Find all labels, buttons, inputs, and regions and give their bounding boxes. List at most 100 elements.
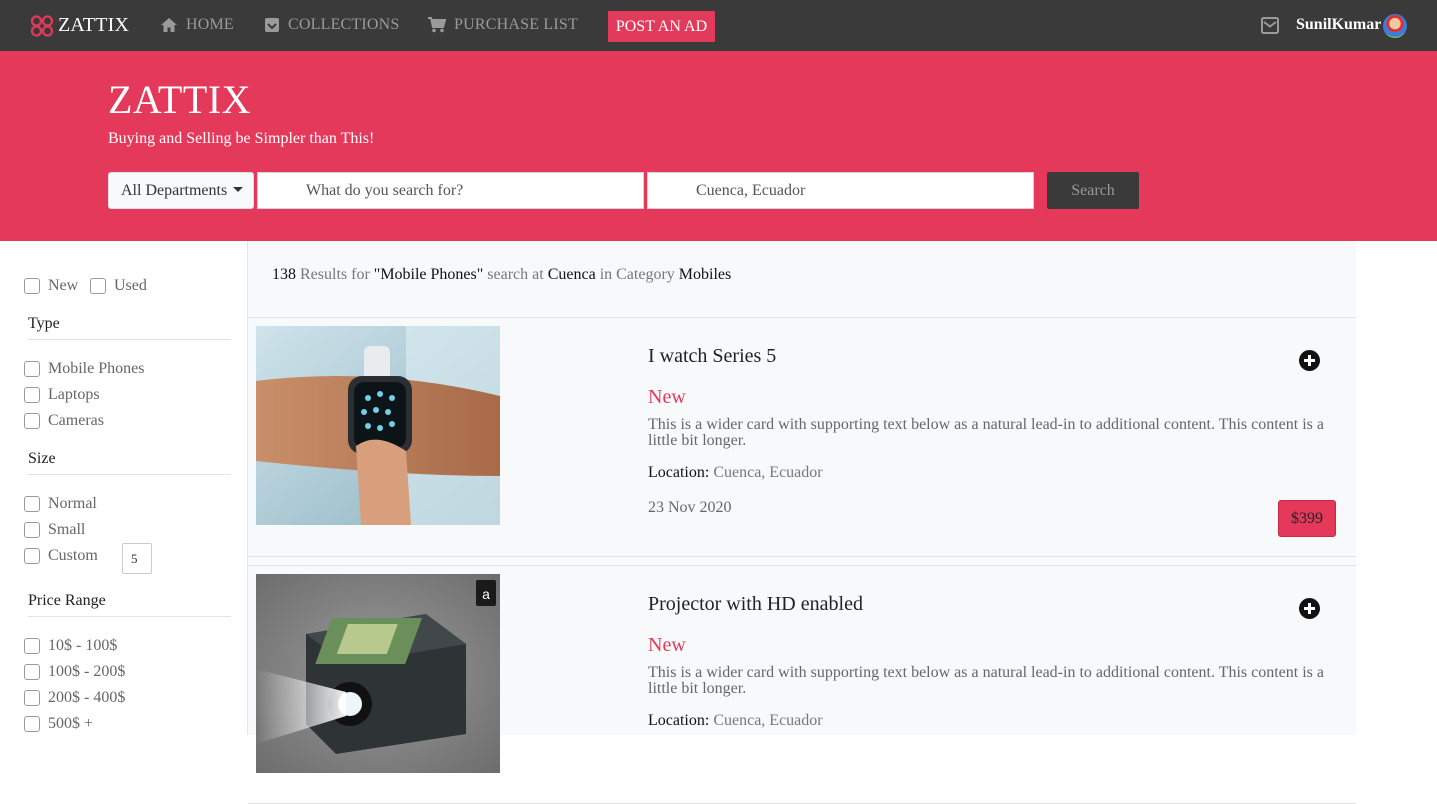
nav-collections-label: COLLECTIONS — [288, 16, 400, 33]
filter-used[interactable]: Used — [90, 277, 147, 295]
post-ad-button[interactable]: POST AN AD — [608, 11, 715, 42]
results-text: in Category — [599, 266, 675, 283]
checkbox[interactable] — [24, 496, 40, 512]
listing-condition: New — [648, 634, 686, 656]
checkbox[interactable] — [24, 413, 40, 429]
results-text: Results for — [300, 266, 370, 283]
listing-title[interactable]: Projector with HD enabled — [648, 593, 863, 616]
listing-condition: New — [648, 386, 686, 408]
search-input[interactable] — [257, 172, 644, 209]
right-gutter — [1356, 241, 1437, 735]
filter-laptops-label: Laptops — [48, 386, 100, 403]
filter-price-4[interactable]: 500$ + — [24, 715, 93, 733]
listing-card[interactable]: I watch Series 5 New This is a wider car… — [248, 318, 1356, 557]
checkbox[interactable] — [24, 690, 40, 706]
filter-cameras[interactable]: Cameras — [24, 412, 104, 430]
checkbox[interactable] — [24, 278, 40, 294]
avatar[interactable] — [1383, 14, 1407, 38]
location-value: Cuenca, Ecuador — [713, 464, 823, 481]
results-count: 138 — [272, 266, 296, 283]
divider — [28, 474, 231, 475]
filter-mobile-phones-label: Mobile Phones — [48, 360, 145, 377]
department-label: All Departments — [121, 181, 228, 199]
size-section-title: Size — [28, 450, 56, 467]
hero-banner: ZATTIX Buying and Selling be Simpler tha… — [0, 51, 1437, 241]
filter-small-label: Small — [48, 521, 86, 538]
nav-home-label: HOME — [186, 16, 234, 33]
results-summary: 138 Results for "Mobile Phones" search a… — [272, 266, 731, 284]
filter-custom[interactable]: Custom — [24, 547, 98, 565]
results-text: search at — [487, 266, 544, 283]
top-navbar: ZATTIX HOME COLLECTIONS PURCHASE LIST PO… — [0, 0, 1437, 51]
filter-custom-label: Custom — [48, 547, 98, 564]
brand-logo[interactable]: ZATTIX — [30, 14, 129, 37]
checkbox[interactable] — [24, 548, 40, 564]
cart-icon — [428, 17, 446, 33]
filter-price-label: 10$ - 100$ — [48, 637, 118, 654]
price-badge[interactable]: $399 — [1278, 500, 1336, 537]
filter-new-label: New — [48, 277, 79, 294]
filter-new[interactable]: New — [24, 277, 78, 295]
checkbox[interactable] — [24, 522, 40, 538]
filter-normal[interactable]: Normal — [24, 495, 97, 513]
listing-image[interactable]: a — [256, 574, 500, 773]
filter-price-label: 500$ + — [48, 715, 94, 732]
type-section-title: Type — [28, 315, 60, 332]
divider — [28, 339, 231, 340]
checkbox[interactable] — [90, 278, 106, 294]
search-button[interactable]: Search — [1047, 172, 1139, 209]
filter-price-label: 200$ - 400$ — [48, 689, 126, 706]
checkbox[interactable] — [24, 638, 40, 654]
department-dropdown[interactable]: All Departments — [108, 172, 254, 209]
add-circle-icon[interactable] — [1299, 598, 1320, 619]
filter-price-label: 100$ - 200$ — [48, 663, 126, 680]
results-query: "Mobile Phones" — [373, 266, 484, 283]
filter-laptops[interactable]: Laptops — [24, 386, 100, 404]
checkbox[interactable] — [24, 716, 40, 732]
filter-used-label: Used — [114, 277, 147, 294]
checkbox[interactable] — [24, 664, 40, 680]
listing-location: Location: Cuenca, Ecuador — [648, 464, 823, 482]
svg-text:a: a — [482, 586, 490, 602]
filter-small[interactable]: Small — [24, 521, 85, 539]
listing-description: This is a wider card with supporting tex… — [648, 664, 1324, 697]
brand-icon — [30, 14, 54, 37]
filter-price-3[interactable]: 200$ - 400$ — [24, 689, 125, 707]
nav-home[interactable]: HOME — [160, 16, 234, 34]
listing-description: This is a wider card with supporting tex… — [648, 416, 1324, 449]
filter-normal-label: Normal — [48, 495, 97, 512]
home-icon — [161, 18, 177, 32]
filter-sidebar: New Used Type Mobile Phones Laptops Came… — [0, 241, 248, 735]
add-circle-icon[interactable] — [1299, 350, 1320, 371]
nav-collections[interactable]: COLLECTIONS — [264, 16, 400, 34]
checkbox[interactable] — [24, 387, 40, 403]
nav-purchase-list[interactable]: PURCHASE LIST — [428, 16, 578, 34]
listing-image[interactable] — [256, 326, 500, 525]
projector-photo: a — [256, 574, 500, 773]
brand-name: ZATTIX — [58, 14, 130, 36]
filter-cameras-label: Cameras — [48, 412, 104, 429]
username[interactable]: SunilKumar — [1296, 16, 1381, 34]
smartwatch-photo — [256, 326, 500, 525]
nav-purchase-list-label: PURCHASE LIST — [454, 16, 578, 33]
results-city: Cuenca — [547, 266, 596, 283]
location-label: Location: — [648, 712, 710, 729]
listing-date: 23 Nov 2020 — [648, 499, 732, 516]
mail-icon[interactable] — [1261, 17, 1279, 34]
divider — [28, 616, 231, 617]
listing-card[interactable]: a Projector with HD enabled New This is … — [248, 565, 1356, 804]
location-label: Location: — [648, 464, 710, 481]
price-section-title: Price Range — [28, 592, 106, 609]
listing-title[interactable]: I watch Series 5 — [648, 345, 776, 368]
results-panel: 138 Results for "Mobile Phones" search a… — [248, 241, 1356, 804]
checkbox[interactable] — [24, 361, 40, 377]
filter-price-1[interactable]: 10$ - 100$ — [24, 637, 117, 655]
filter-mobile-phones[interactable]: Mobile Phones — [24, 360, 144, 378]
filter-price-2[interactable]: 100$ - 200$ — [24, 663, 125, 681]
hero-title: ZATTIX — [108, 77, 251, 122]
custom-size-input[interactable]: 5 — [122, 543, 152, 574]
chevron-down-icon — [233, 187, 244, 192]
hero-subtitle: Buying and Selling be Simpler than This! — [108, 130, 375, 147]
inbox-icon — [265, 18, 279, 32]
location-input[interactable] — [647, 172, 1034, 209]
